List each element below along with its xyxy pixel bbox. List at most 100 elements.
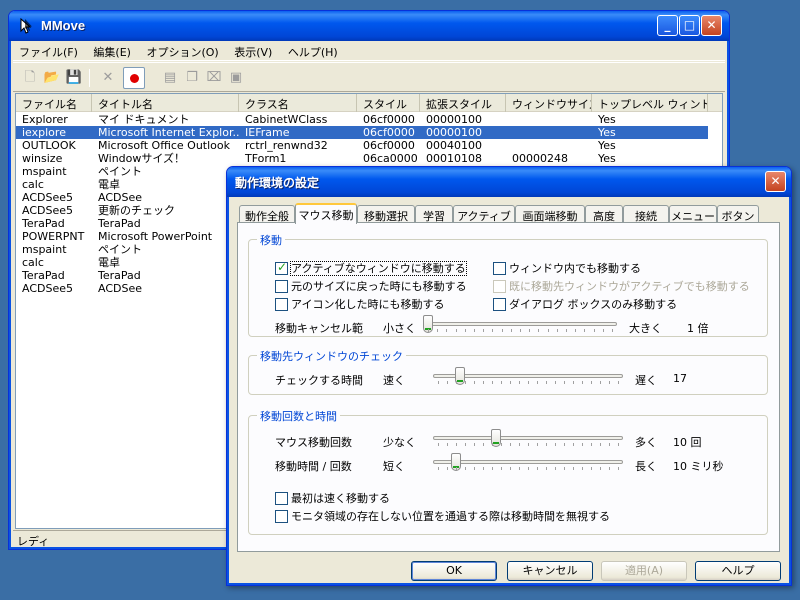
cell-exstyle: 00000100: [420, 126, 506, 139]
table-row[interactable]: OUTLOOK Microsoft Office Outlook rctrl_ren…: [16, 139, 722, 152]
col-header-toplevel[interactable]: トップレベル ウィンドウ: [592, 94, 708, 112]
slider-tick: [591, 381, 592, 384]
tab-screen-edge[interactable]: 画面端移動: [515, 205, 585, 223]
cell-title: 更新のチェック: [98, 204, 175, 217]
minimize-icon: _: [664, 18, 671, 32]
menu-options[interactable]: オプション(O): [140, 41, 224, 61]
window-remove-button[interactable]: ⌧: [203, 67, 225, 89]
menu-help[interactable]: ヘルプ(H): [282, 41, 344, 61]
slider-tick: [546, 467, 547, 470]
cell-title: ACDSee: [98, 191, 142, 204]
move-time-slider[interactable]: [433, 452, 623, 472]
record-button[interactable]: [123, 67, 145, 89]
window-list-button[interactable]: ▤: [159, 67, 181, 89]
slider-tick: [501, 467, 502, 470]
col-header-class[interactable]: クラス名: [239, 94, 357, 112]
cell-filename: ACDSee5: [22, 282, 73, 295]
tab-learning[interactable]: 学習: [415, 205, 453, 223]
maximize-button[interactable]: □: [679, 15, 700, 36]
table-row[interactable]: Explorer マイ ドキュメント CabinetWClass 06cf0000 00…: [16, 113, 722, 126]
slider-tick: [483, 443, 484, 446]
tab-connect[interactable]: 接続: [623, 205, 669, 223]
slider-tick: [528, 467, 529, 470]
chk-fast-first[interactable]: 最初は速く移動する: [275, 490, 390, 505]
slider-tick: [582, 467, 583, 470]
dialog-titlebar[interactable]: 動作環境の設定 ✕: [227, 167, 791, 197]
apply-button[interactable]: 適用(A): [601, 561, 687, 581]
tab-mouse-move[interactable]: マウス移動: [295, 203, 357, 224]
minimize-button[interactable]: _: [657, 15, 678, 36]
tab-advanced[interactable]: 高度: [585, 205, 623, 223]
delete-x-icon: ✕: [102, 70, 114, 85]
cell-filename: ACDSee5: [22, 191, 73, 204]
slider-tick: [573, 443, 574, 446]
col-header-winsize[interactable]: ウィンドウサイズ: [506, 94, 592, 112]
chk-move-iconic[interactable]: アイコン化した時にも移動する: [275, 296, 444, 311]
dialog-close-button[interactable]: ✕: [765, 171, 786, 192]
col-header-style[interactable]: スタイル: [357, 94, 420, 112]
cell-toplevel: Yes: [598, 113, 616, 126]
slider-tick: [575, 329, 577, 332]
new-file-icon: 🗋: [24, 70, 36, 85]
slider-tick: [483, 329, 485, 332]
main-titlebar[interactable]: MMove _ □ ✕: [9, 11, 729, 41]
slider-tick: [556, 329, 558, 332]
menu-view[interactable]: 表示(V): [228, 41, 278, 61]
slider-tick: [483, 467, 484, 470]
slider-tick: [609, 381, 610, 384]
tab-active[interactable]: アクティブ: [453, 205, 515, 223]
mmove-app-icon: [20, 18, 32, 34]
help-button[interactable]: ヘルプ: [695, 561, 781, 581]
toolbar-separator: [89, 69, 90, 87]
window-copy-button[interactable]: ❐: [181, 67, 203, 89]
cell-style: 06cf0000: [363, 139, 415, 152]
slider-tick: [519, 443, 520, 446]
slider-tick: [600, 443, 601, 446]
save-button[interactable]: 💾: [63, 67, 85, 89]
cancel-range-slider[interactable]: [423, 314, 617, 334]
move-time-label: 移動時間 / 回数: [275, 460, 352, 473]
col-header-title[interactable]: タイトル名: [92, 94, 239, 112]
move-time-value: 10 ミリ秒: [673, 460, 724, 473]
slider-tick: [501, 329, 503, 332]
cell-exstyle: 00000100: [426, 113, 482, 126]
checkbox: [275, 297, 288, 311]
checkbox: [493, 279, 506, 293]
slider-tick: [600, 381, 601, 384]
chk-move-already-active[interactable]: 既に移動先ウィンドウがアクティブでも移動する: [493, 278, 750, 293]
ok-button[interactable]: OK: [411, 561, 497, 581]
cell-filename: winsize: [22, 152, 63, 165]
chk-ignore-offscreen[interactable]: モニタ領域の存在しない位置を通過する際は移動時間を無視する: [275, 508, 610, 523]
cell-title: Microsoft PowerPoint: [98, 230, 213, 243]
check-time-value: 17: [673, 372, 687, 385]
check-time-slider[interactable]: [433, 366, 623, 386]
menu-edit[interactable]: 編集(E): [87, 41, 137, 61]
open-button[interactable]: 📂: [41, 67, 63, 89]
new-button[interactable]: 🗋: [19, 67, 41, 89]
delete-button[interactable]: ✕: [97, 67, 119, 89]
cell-style: 06ca0000: [363, 152, 418, 165]
table-row[interactable]: iexplore Microsoft Internet Explor... IEFr…: [16, 126, 722, 139]
slider-tick: [447, 443, 448, 446]
menu-file[interactable]: ファイル(F): [13, 41, 84, 61]
tab-general[interactable]: 動作全般: [239, 205, 295, 223]
window-props-button[interactable]: ▣: [225, 67, 247, 89]
slider-tick: [447, 381, 448, 384]
cancel-button[interactable]: キャンセル: [507, 561, 593, 581]
slider-tick: [501, 381, 502, 384]
col-header-exstyle[interactable]: 拡張スタイル: [420, 94, 506, 112]
chk-dialog-only[interactable]: ダイアログ ボックスのみ移動する: [493, 296, 677, 311]
cell-filename: calc: [22, 256, 44, 269]
tab-menu[interactable]: メニュー: [669, 205, 717, 223]
close-button[interactable]: ✕: [701, 15, 722, 36]
tab-move-select[interactable]: 移動選択: [357, 205, 415, 223]
slider-tick: [510, 443, 511, 446]
col-header-filename[interactable]: ファイル名: [16, 94, 92, 112]
move-count-slider[interactable]: [433, 428, 623, 448]
chk-move-inside[interactable]: ウィンドウ内でも移動する: [493, 260, 641, 275]
chk-move-active[interactable]: アクティブなウィンドウに移動する: [275, 260, 467, 276]
move-group-label: 移動: [257, 232, 285, 248]
chk-move-restore[interactable]: 元のサイズに戻った時にも移動する: [275, 278, 467, 293]
tab-buttons[interactable]: ボタン: [717, 205, 759, 223]
table-row[interactable]: winsize Windowサイズ！ TForm1 06ca0000 00010108 0…: [16, 152, 722, 165]
